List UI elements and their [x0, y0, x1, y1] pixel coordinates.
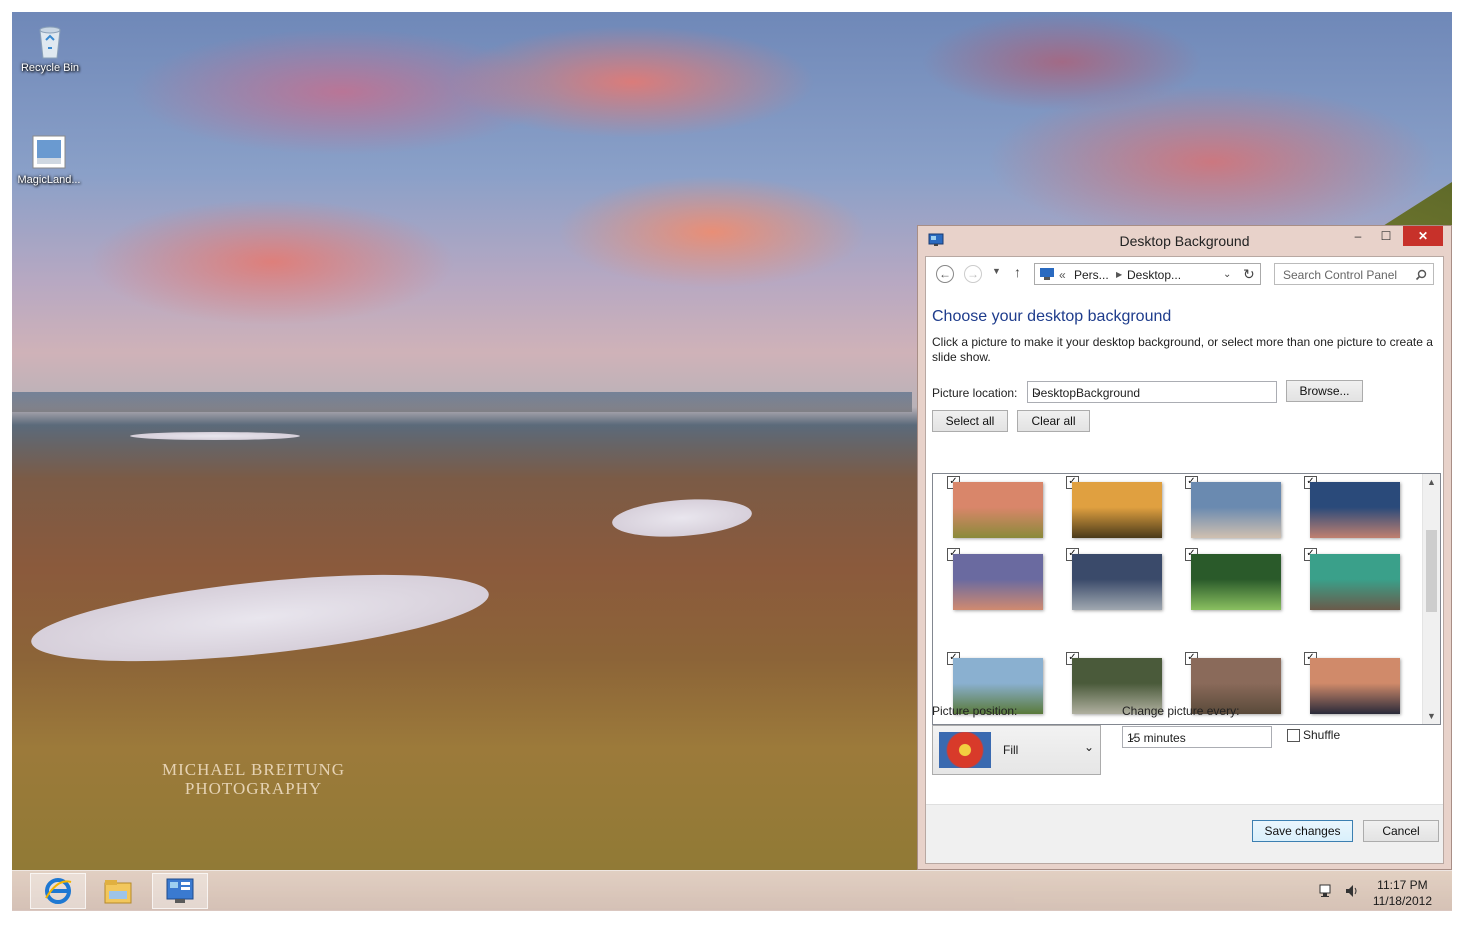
address-bar[interactable]: « Pers... ▶ Desktop... ⌄ ↻ [1034, 263, 1261, 285]
page-heading: Choose your desktop background [932, 308, 1172, 325]
window-title: Desktop Background [1119, 233, 1250, 249]
change-picture-interval-select[interactable]: 15 minutes ⌄ [1122, 726, 1272, 748]
control-panel-icon [166, 878, 194, 903]
picture-tile[interactable]: ✓ [947, 548, 1055, 628]
theme-file-icon [29, 132, 69, 172]
chevron-down-icon: ⌄ [1127, 729, 1138, 743]
picture-tile[interactable]: ✓ [1185, 476, 1293, 556]
picture-thumbnail[interactable] [1191, 482, 1281, 538]
picture-grid-scrollbar[interactable]: ▲ ▼ [1422, 474, 1440, 724]
picture-thumbnail[interactable] [953, 482, 1043, 538]
wallpaper-lake [27, 558, 493, 678]
picture-position-select[interactable]: Fill ⌄ [932, 725, 1101, 775]
scrollbar-thumb[interactable] [1426, 530, 1437, 612]
picture-thumbnail[interactable] [953, 554, 1043, 610]
picture-position-label: Picture position: [932, 704, 1018, 718]
clear-all-button[interactable]: Clear all [1017, 410, 1090, 432]
desktop-icon-recycle-bin[interactable]: Recycle Bin [15, 20, 85, 74]
chevron-down-icon: ⌄ [1083, 740, 1094, 754]
network-icon[interactable] [1318, 883, 1334, 899]
scroll-up-icon[interactable]: ▲ [1427, 477, 1436, 487]
picture-location-select[interactable]: DesktopBackground ⌄ [1027, 381, 1277, 403]
search-placeholder: Search Control Panel [1283, 268, 1398, 282]
internet-explorer-icon [45, 878, 72, 904]
picture-tile[interactable]: ✓ [1066, 476, 1174, 556]
clock-time: 11:17 PM [1377, 878, 1428, 892]
cancel-button[interactable]: Cancel [1363, 820, 1439, 842]
taskbar-internet-explorer[interactable] [30, 873, 86, 909]
picture-tile[interactable]: ✓ [1304, 476, 1412, 556]
breadcrumb-personalization[interactable]: Pers... [1074, 268, 1109, 282]
watermark-line: MICHAEL BREITUNG [162, 760, 345, 779]
window-client: ← → ▼ ↑ « Pers... ▶ Desktop... ⌄ ↻ Searc… [925, 256, 1444, 864]
wallpaper-lake [610, 495, 754, 541]
taskbar: 11:17 PM 11/18/2012 [12, 870, 1452, 911]
wallpaper-sea [12, 392, 912, 412]
breadcrumb-desktop-background[interactable]: Desktop... [1127, 268, 1181, 282]
breadcrumb-separator-icon: ▶ [1116, 270, 1123, 279]
search-box[interactable]: Search Control Panel [1274, 263, 1434, 285]
picture-tile[interactable]: ✓ [947, 476, 1055, 556]
shuffle-label: Shuffle [1303, 728, 1341, 742]
picture-thumbnail[interactable] [1072, 554, 1162, 610]
change-picture-every-label: Change picture every: [1122, 704, 1240, 718]
picture-grid: ✓✓✓✓✓✓✓✓✓✓✓✓ ▲ ▼ [932, 473, 1441, 725]
clock-date: 11/18/2012 [1372, 894, 1432, 908]
watermark-line: PHOTOGRAPHY [184, 779, 323, 798]
wallpaper-lake [130, 432, 300, 440]
picture-thumbnail[interactable] [1072, 482, 1162, 538]
recycle-bin-icon [30, 20, 70, 60]
taskbar-file-explorer[interactable] [90, 873, 146, 909]
file-explorer-icon [104, 880, 132, 904]
up-arrow-icon[interactable]: ↑ [1014, 264, 1021, 280]
desktop-icon-label: MagicLand... [17, 174, 81, 186]
navigation-bar: ← → ▼ ↑ « Pers... ▶ Desktop... ⌄ ↻ Searc… [926, 257, 1443, 293]
desktop-background-window: Desktop Background – ☐ ✕ ← → ▼ ↑ « Pers.… [917, 225, 1452, 870]
desktop-icon-label: Recycle Bin [20, 62, 80, 74]
picture-position-preview [939, 732, 991, 768]
picture-tile[interactable]: ✓ [1185, 548, 1293, 628]
desktop-icon-magicland[interactable]: MagicLand... [14, 132, 84, 186]
page-description: Click a picture to make it your desktop … [932, 335, 1433, 364]
picture-thumbnail[interactable] [1310, 658, 1400, 714]
title-bar[interactable]: Desktop Background – ☐ ✕ [918, 226, 1451, 256]
wallpaper-watermark: MICHAEL BREITUNG PHOTOGRAPHY [162, 760, 345, 798]
save-changes-button[interactable]: Save changes [1252, 820, 1353, 842]
select-all-button[interactable]: Select all [932, 410, 1008, 432]
picture-thumbnail[interactable] [1191, 554, 1281, 610]
picture-position-value: Fill [1003, 743, 1019, 757]
close-button[interactable]: ✕ [1403, 226, 1443, 246]
minimize-button[interactable]: – [1345, 226, 1371, 246]
scroll-down-icon[interactable]: ▼ [1427, 711, 1436, 721]
refresh-icon[interactable]: ↻ [1243, 266, 1255, 283]
picture-thumbnail[interactable] [1310, 482, 1400, 538]
picture-thumbnail[interactable] [1310, 554, 1400, 610]
picture-tile[interactable]: ✓ [1304, 548, 1412, 628]
chevron-down-icon: ⌄ [1032, 384, 1043, 398]
recent-pages-chevron-icon[interactable]: ▼ [992, 266, 1001, 276]
address-dropdown-icon[interactable]: ⌄ [1223, 269, 1231, 280]
address-overflow[interactable]: « [1059, 268, 1066, 282]
forward-arrow-icon[interactable]: → [964, 265, 982, 283]
back-arrow-icon[interactable]: ← [936, 265, 954, 283]
picture-tile[interactable]: ✓ [1066, 548, 1174, 628]
clock[interactable]: 11:17 PM 11/18/2012 [1373, 877, 1432, 909]
browse-button[interactable]: Browse... [1286, 380, 1363, 402]
maximize-button[interactable]: ☐ [1373, 226, 1399, 246]
picture-tile[interactable]: ✓ [1304, 652, 1412, 724]
dialog-footer: Save changes Cancel [926, 804, 1443, 863]
picture-location-label: Picture location: [932, 386, 1018, 400]
shuffle-checkbox[interactable] [1287, 729, 1300, 742]
taskbar-control-panel[interactable] [152, 873, 208, 909]
control-panel-icon [1040, 268, 1054, 280]
volume-icon[interactable] [1344, 883, 1360, 899]
search-icon[interactable] [1415, 269, 1427, 281]
